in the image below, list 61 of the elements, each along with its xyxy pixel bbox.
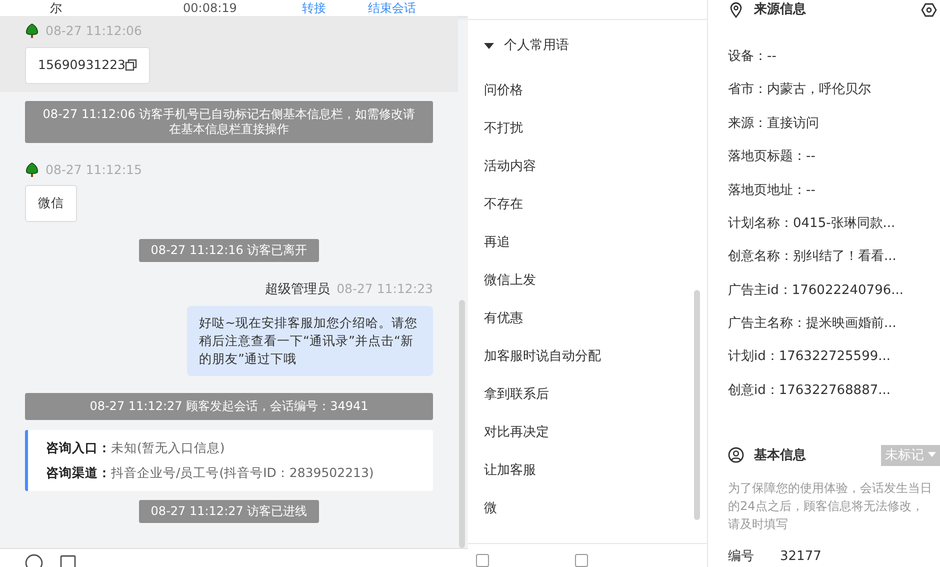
message-time: 08-27 11:12:15 [46,160,142,178]
message-bubble: 微信 [25,185,77,222]
section-title: 基本信息 [754,446,806,465]
phrase-item[interactable]: 拿到联系后 [468,376,707,414]
user-circle-icon [728,447,744,464]
source-info-row-text: 来源：直接访问 [728,114,820,133]
tree-avatar-icon [25,162,39,178]
info-value: 未知(暂无入口信息) [111,438,225,457]
visitor-name: 尔 [50,2,62,14]
source-info-row-text: 落地页地址：-- [728,182,816,200]
source-info-row-text: 创意id：176322768887... [728,382,892,400]
phrase-item[interactable]: 不打扰 [468,110,707,148]
phrase-item[interactable]: 有优惠 [468,300,707,338]
image-icon[interactable] [59,553,77,567]
source-info-row-text: 省市：内蒙古，呼伦贝尔 [728,81,872,100]
emoji-icon[interactable] [25,553,43,567]
system-notice: 08-27 11:12:16 访客已离开 [138,239,320,262]
phrase-item[interactable]: 微信上发 [468,262,707,300]
phrase-item[interactable]: 加客服时说自动分配 [468,338,707,376]
tree-avatar-icon [25,23,39,40]
system-notice: 08-27 11:12:06 访客手机号已自动标记右侧基本信息栏，如需修改请在基本信息栏直接操作 [25,100,433,142]
field-label: 编号 [728,548,755,566]
caret-icon [928,452,936,458]
info-label: 咨询渠道： [46,464,111,482]
phrase-item[interactable]: 再追 [468,224,707,262]
caret-icon [484,43,494,49]
source-info-row-text: 落地页标题：-- [728,148,816,166]
source-info-row-text: 设备：-- [728,48,778,66]
session-duration: 00:08:19 [183,2,237,14]
phrase-item[interactable]: 问价格 [468,72,707,110]
info-label: 咨询入口： [46,438,111,457]
phrase-item[interactable]: 活动内容 [468,148,707,186]
system-notice: 08-27 11:12:27 访客已进线 [138,500,320,524]
source-info-row-text: 创意名称：别纠结了！看看... [728,248,898,266]
phrase-item[interactable]: 对比再决定 [468,414,707,452]
system-notice: 08-27 11:12:27 顾客发起会话，会话编号：34941 [25,392,433,420]
phrase-group-title: 个人常用语 [504,37,569,56]
agent-name: 超级管理员 [265,281,330,299]
source-info-row-text: 计划名称：0415-张琳同款... [728,214,896,233]
phrase-item[interactable]: 让加客服 [468,452,707,490]
message-bubble: 好哒~现在安排客服加您介绍哈。请您稍后注意查看一下“通讯录”并点击“新的朋友”通过下哦 [187,306,433,376]
source-info-row-text: 广告主id：176022240796... [728,282,905,300]
scrollbar[interactable] [459,300,465,548]
message-time: 08-27 11:12:23 [336,280,433,298]
scrollbar[interactable] [694,290,700,520]
notice-text: 为了保障您的使用体验，会话发生当日的24点之后，顾客信息将无法修改，请及时填写 [728,480,933,534]
phrase-item[interactable]: 不存在 [468,186,707,224]
phrase-group-toggle[interactable]: 个人常用语 [468,20,707,72]
info-value: 抖音企业号/员工号(抖音号ID：2839502213) [111,464,374,482]
checkbox[interactable] [575,554,588,567]
phrase-item[interactable]: 微 [468,490,707,528]
field-value: 32177 [780,548,822,566]
checkbox[interactable] [476,554,489,567]
copy-icon[interactable] [125,59,138,72]
message-time: 08-27 11:12:06 [46,22,142,40]
source-info-row-text: 计划id：176322725599... [728,348,892,366]
section-title: 来源信息 [754,1,806,20]
location-pin-icon [728,2,744,18]
source-info-row-text: 广告主名称：提米映画婚前... [728,315,898,334]
settings-icon[interactable] [921,2,937,18]
message-bubble: 15690931223 [25,46,150,84]
